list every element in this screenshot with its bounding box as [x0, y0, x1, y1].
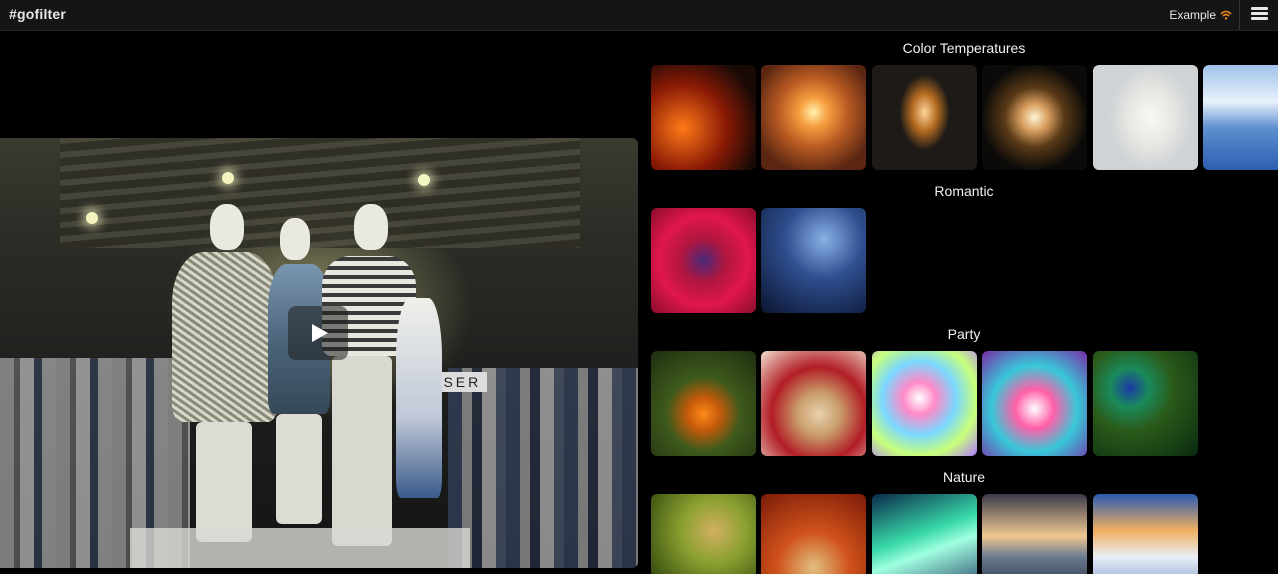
thumb-sky[interactable] — [1203, 65, 1278, 170]
section-title-color-temperatures: Color Temperatures — [902, 40, 1026, 56]
thumb-autumn-path[interactable] — [761, 494, 866, 574]
example-label[interactable]: Example — [1169, 8, 1216, 22]
mannequin-legs — [332, 356, 392, 546]
brand-title[interactable]: #gofilter — [9, 6, 66, 22]
thumb-row-party — [651, 351, 1278, 456]
filter-panel: Color Temperatures Romantic Party Nature — [650, 31, 1278, 574]
thumb-row-nature — [651, 494, 1278, 574]
mannequin-legs — [276, 414, 322, 524]
mannequin-head — [210, 204, 244, 250]
thumb-lightbulb[interactable] — [872, 65, 977, 170]
ceiling-light — [86, 212, 98, 224]
thumb-couple-silhouette[interactable] — [761, 208, 866, 313]
mannequin-torso — [396, 298, 442, 498]
wifi-icon — [1220, 10, 1232, 20]
mannequin-head — [280, 218, 310, 260]
thumb-candle[interactable] — [761, 65, 866, 170]
ceiling-light — [222, 172, 234, 184]
section-title-party: Party — [947, 326, 981, 342]
thumb-sea-sunset[interactable] — [982, 494, 1087, 574]
section-title-nature: Nature — [942, 469, 986, 485]
thumb-aurora[interactable] — [872, 494, 977, 574]
thumb-pink-droplets[interactable] — [982, 351, 1087, 456]
clothing-rack-right — [448, 368, 638, 568]
play-icon[interactable] — [288, 306, 348, 360]
thumb-cookies[interactable] — [761, 351, 866, 456]
video-player[interactable]: RESER — [0, 138, 638, 568]
section-title-romantic: Romantic — [934, 183, 994, 199]
thumb-pumpkin[interactable] — [651, 351, 756, 456]
mannequin-head — [354, 204, 388, 250]
mannequin-torso — [172, 252, 278, 422]
thumb-row-color-temperatures — [651, 65, 1278, 170]
thumb-peacock[interactable] — [1093, 351, 1198, 456]
display-platform — [130, 528, 470, 568]
thumb-snow-portrait[interactable] — [1093, 65, 1198, 170]
thumb-snowy-mountain[interactable] — [1093, 494, 1198, 574]
thumb-embers[interactable] — [651, 65, 756, 170]
ceiling-slats — [60, 138, 580, 248]
hamburger-menu-icon[interactable] — [1251, 7, 1268, 21]
thumb-colorful-droplets[interactable] — [872, 351, 977, 456]
thumb-row-romantic — [651, 208, 1278, 313]
top-bar: #gofilter Example — [0, 0, 1278, 31]
thumb-heart[interactable] — [651, 208, 756, 313]
header-divider — [1239, 0, 1240, 30]
ceiling-light — [418, 174, 430, 186]
thumb-moss[interactable] — [651, 494, 756, 574]
thumb-lamp[interactable] — [982, 65, 1087, 170]
example-link[interactable]: Example — [1169, 8, 1232, 22]
mannequin-legs — [196, 422, 252, 542]
